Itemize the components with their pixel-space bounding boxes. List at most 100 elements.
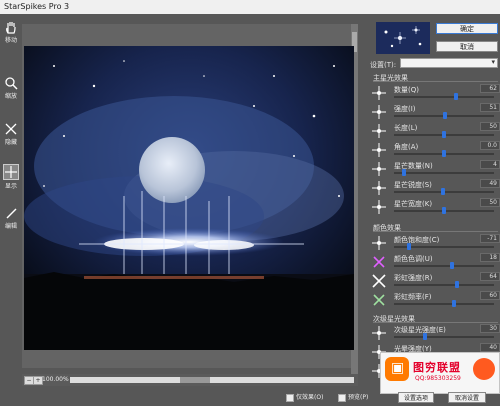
slider-label: 次级星光强度(E) <box>394 326 446 334</box>
star-icon <box>370 324 388 342</box>
slider-row: 强度(I) 51 <box>370 103 500 123</box>
slider-value-field[interactable]: 40 <box>480 343 500 352</box>
hand-tool[interactable]: 移动 <box>1 20 21 44</box>
slider-label: 长度(L) <box>394 124 418 132</box>
slider-value-field[interactable]: -71 <box>480 234 500 243</box>
slider-track[interactable] <box>394 336 494 338</box>
slider-value-field[interactable]: 64 <box>480 272 500 281</box>
cross-icon <box>370 272 388 290</box>
title-bar: StarSpikes Pro 3 <box>0 0 500 14</box>
pencil-icon <box>6 208 17 219</box>
preset-dropdown[interactable]: ▾ <box>400 58 498 68</box>
slider-row: 角度(A) 0.0 <box>370 141 500 161</box>
slider-thumb[interactable] <box>442 150 446 157</box>
hide-tool[interactable]: 隐藏 <box>1 122 21 146</box>
preset-thumbnail[interactable] <box>376 22 430 54</box>
slider-thumb[interactable] <box>453 93 458 100</box>
slider-row: 颜色色调(U) 18 <box>370 253 500 273</box>
slider-label: 星芒数量(N) <box>394 162 433 170</box>
cancel-button[interactable]: 取消 <box>436 41 498 52</box>
zoom-tool-label: 缩放 <box>4 93 17 100</box>
hand-tool-label: 移动 <box>4 37 17 44</box>
cross-icon <box>370 291 388 309</box>
horizontal-scroll-thumb[interactable] <box>180 377 210 383</box>
slider-thumb[interactable] <box>442 131 446 138</box>
show-tool[interactable]: 显示 <box>1 164 21 190</box>
slider-thumb[interactable] <box>401 169 406 176</box>
slider-track[interactable] <box>394 172 494 174</box>
slider-value-field[interactable]: 0.0 <box>480 141 500 150</box>
slider-label: 强度(I) <box>394 105 416 113</box>
magnifier-icon <box>5 77 18 90</box>
slider-track[interactable] <box>394 265 494 267</box>
crosshair-icon <box>3 164 19 180</box>
slider-row: 长度(L) 50 <box>370 122 500 142</box>
slider-value-field[interactable]: 62 <box>480 84 500 93</box>
slider-row: 星芒数量(N) 4 <box>370 160 500 180</box>
zoom-level: 100.00% <box>42 376 69 383</box>
slider-row: 星芒锐度(S) 49 <box>370 179 500 199</box>
only-effect-checkbox[interactable] <box>286 393 294 402</box>
slider-value-field[interactable]: 50 <box>480 198 500 207</box>
slider-track[interactable] <box>394 303 494 305</box>
slider-label: 颜色色调(U) <box>394 255 433 263</box>
slider-value-field[interactable]: 60 <box>480 291 500 300</box>
slider-thumb[interactable] <box>422 333 427 340</box>
edit-tool-label: 编辑 <box>4 223 17 230</box>
cross-icon <box>370 253 388 271</box>
edit-tool[interactable]: 编辑 <box>1 206 21 230</box>
slider-thumb[interactable] <box>455 281 460 288</box>
star-icon <box>370 160 388 178</box>
status-bar: − + 100.00% <box>22 374 358 386</box>
only-effect-option[interactable]: 仅效果(O) <box>286 392 323 402</box>
slider-row: 次级星光强度(E) 30 <box>370 324 500 344</box>
slider-track[interactable] <box>394 284 494 286</box>
slider-track[interactable] <box>394 96 494 98</box>
slider-label: 颜色饱和度(C) <box>394 236 440 244</box>
tool-bar: 移动 缩放 隐藏 显示 编辑 <box>0 14 22 406</box>
slider-thumb[interactable] <box>451 300 456 307</box>
slider-value-field[interactable]: 4 <box>480 160 500 169</box>
slider-row: 彩虹强度(R) 64 <box>370 272 500 292</box>
slider-value-field[interactable]: 18 <box>480 253 500 262</box>
color-group-divider <box>373 231 498 232</box>
slider-row: 数量(Q) 62 <box>370 84 500 104</box>
slider-label: 角度(A) <box>394 143 419 151</box>
horizontal-scrollbar[interactable] <box>70 377 354 383</box>
slider-thumb[interactable] <box>407 243 412 250</box>
preset-label: 设置(T): <box>370 61 397 69</box>
show-tool-label: 显示 <box>4 183 17 190</box>
watermark-subtitle: QQ:985303259 <box>415 375 461 382</box>
main-group-divider <box>373 81 498 82</box>
slider-value-field[interactable]: 51 <box>480 103 500 112</box>
slider-label: 彩虹强度(R) <box>394 274 433 282</box>
slider-value-field[interactable]: 30 <box>480 324 500 333</box>
slider-row: 颜色饱和度(C) -71 <box>370 234 500 254</box>
star-icon <box>370 84 388 102</box>
star-icon <box>370 141 388 159</box>
slider-row: 星芒宽度(K) 50 <box>370 198 500 218</box>
slider-thumb[interactable] <box>449 262 454 269</box>
slider-thumb[interactable] <box>442 207 446 214</box>
hide-tool-label: 隐藏 <box>4 139 17 146</box>
slider-thumb[interactable] <box>442 112 447 119</box>
secondary-group-divider <box>373 322 498 323</box>
watermark-overlay: ▣ 图穷联盟 QQ:985303259 <box>380 352 500 394</box>
flame-icon <box>473 358 495 380</box>
only-effect-label: 仅效果(O) <box>296 394 324 401</box>
slider-value-field[interactable]: 49 <box>480 179 500 188</box>
ok-button[interactable]: 确定 <box>436 23 498 34</box>
preview-checkbox[interactable] <box>338 393 346 402</box>
save-preset-button[interactable]: 设置选项 <box>398 392 434 403</box>
cancel-preset-button[interactable]: 取消设置 <box>448 392 486 403</box>
watermark-logo: ▣ <box>385 357 409 381</box>
preview-image[interactable] <box>24 46 354 350</box>
slider-row: 彩虹频率(F) 60 <box>370 291 500 311</box>
slider-thumb[interactable] <box>441 188 446 195</box>
slider-value-field[interactable]: 50 <box>480 122 500 131</box>
zoom-tool[interactable]: 缩放 <box>1 76 21 100</box>
cup-icon: ▣ <box>391 360 405 376</box>
hand-icon <box>6 22 16 34</box>
chevron-down-icon: ▾ <box>491 58 495 66</box>
star-icon <box>370 198 388 216</box>
